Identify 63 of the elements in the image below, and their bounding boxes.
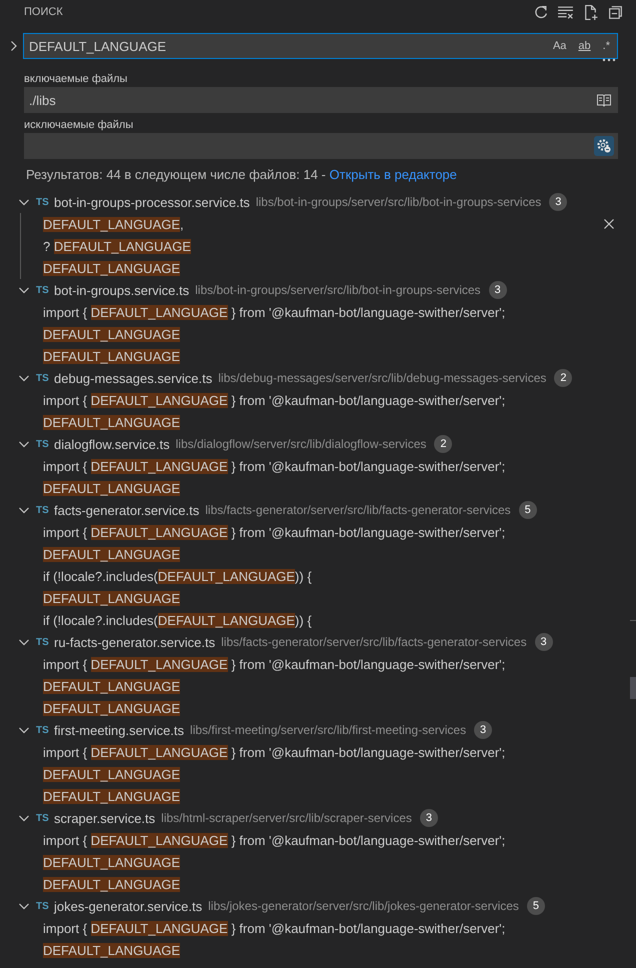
results-summary: Результатов: 44 в следующем числе файлов: 14 - Открыть в редакторе <box>26 166 458 184</box>
match-count: 3 <box>474 721 492 739</box>
file-path: libs/jokes-generator/server/src/lib/jokes-generator-services <box>208 899 519 913</box>
file-path: libs/html-scraper/server/src/lib/scraper-services <box>161 811 412 825</box>
file-path: libs/facts-generator/server/src/lib/facts-generator-services <box>221 635 527 649</box>
panel-title: ПОИСК <box>24 6 63 18</box>
typescript-file-icon: TS <box>36 284 52 296</box>
match-count: 3 <box>534 633 553 651</box>
file-path: libs/debug-messages/server/src/lib/debug-messages-services <box>218 371 546 385</box>
match-line[interactable]: import { DEFAULT_LANGUAGE } from '@kaufman-bot/language-swither/server'; <box>43 832 506 848</box>
match-count: 5 <box>518 501 537 519</box>
file-name[interactable]: facts-generator.service.ts <box>54 502 200 518</box>
refresh-icon[interactable] <box>532 4 549 20</box>
file-path: libs/dialogflow/server/src/lib/dialogflow-services <box>176 437 426 451</box>
more-icon[interactable] <box>602 58 616 62</box>
file-name[interactable]: scraper.service.ts <box>54 810 156 826</box>
file-path: libs/first-meeting/server/src/lib/first-meeting-services <box>190 723 466 737</box>
typescript-file-icon: TS <box>36 812 52 824</box>
file-name[interactable]: jokes-generator.service.ts <box>54 898 202 914</box>
typescript-file-icon: TS <box>36 438 52 450</box>
field-label: включаемые файлы <box>24 72 128 85</box>
match-line[interactable]: import { DEFAULT_LANGUAGE } from '@kaufman-bot/language-swither/server'; <box>43 524 506 540</box>
file-path: libs/bot-in-groups/server/src/lib/bot-in-groups-services <box>195 283 481 297</box>
clear-results-icon[interactable] <box>557 4 574 20</box>
regex-toggle[interactable]: .* <box>600 38 613 54</box>
match-count: 3 <box>488 281 507 299</box>
match-line[interactable]: import { DEFAULT_LANGUAGE } from '@kaufman-bot/language-swither/server'; <box>43 656 506 672</box>
typescript-file-icon: TS <box>36 636 52 648</box>
match-count: 2 <box>554 369 572 387</box>
file-name[interactable]: ru-facts-generator.service.ts <box>54 634 216 650</box>
typescript-file-icon: TS <box>36 724 52 736</box>
whole-word-toggle[interactable]: ab <box>575 38 594 54</box>
match-count: 3 <box>420 809 438 827</box>
new-file-icon[interactable] <box>582 4 599 20</box>
collapse-all-icon[interactable] <box>607 4 624 20</box>
match-count: 3 <box>549 193 568 211</box>
match-line[interactable]: import { DEFAULT_LANGUAGE } from '@kaufman-bot/language-swither/server'; <box>43 392 506 408</box>
file-name[interactable]: dialogflow.service.ts <box>54 436 170 452</box>
field-label: исключаемые файлы <box>24 118 134 131</box>
file-path: libs/bot-in-groups/server/src/lib/bot-in-groups-services <box>256 195 542 209</box>
match-count: 5 <box>526 897 545 915</box>
typescript-file-icon: TS <box>36 900 52 912</box>
close-icon[interactable] <box>603 218 615 230</box>
scrollbar-thumb[interactable] <box>630 677 636 699</box>
include-field[interactable]: ./libs <box>24 87 618 113</box>
typescript-file-icon: TS <box>36 196 52 208</box>
match-case-toggle[interactable]: Aa <box>550 38 570 54</box>
match-line[interactable]: import { DEFAULT_LANGUAGE } from '@kaufman-bot/language-swither/server'; <box>43 304 506 320</box>
typescript-file-icon: TS <box>36 372 52 384</box>
typescript-file-icon: TS <box>36 504 52 516</box>
search-field[interactable]: DEFAULT_LANGUAGE Aa ab .* <box>23 33 618 59</box>
match-line[interactable]: import { DEFAULT_LANGUAGE } from '@kaufman-bot/language-swither/server'; <box>43 920 506 936</box>
match-line[interactable]: import { DEFAULT_LANGUAGE } from '@kaufman-bot/language-swither/server'; <box>43 458 506 474</box>
match-count: 2 <box>434 435 452 453</box>
file-name[interactable]: first-meeting.service.ts <box>54 722 184 738</box>
file-name[interactable]: debug-messages.service.ts <box>54 370 212 386</box>
settings-icon[interactable] <box>594 136 614 156</box>
exclude-field[interactable] <box>24 133 618 159</box>
file-name[interactable]: bot-in-groups-processor.service.ts <box>54 194 250 210</box>
match-line[interactable]: import { DEFAULT_LANGUAGE } from '@kaufman-bot/language-swither/server'; <box>43 744 506 760</box>
open-in-editor-link[interactable]: Открыть в редакторе <box>329 167 457 182</box>
file-path: libs/facts-generator/server/src/lib/facts-generator-services <box>205 503 511 517</box>
file-name[interactable]: bot-in-groups.service.ts <box>54 282 190 298</box>
